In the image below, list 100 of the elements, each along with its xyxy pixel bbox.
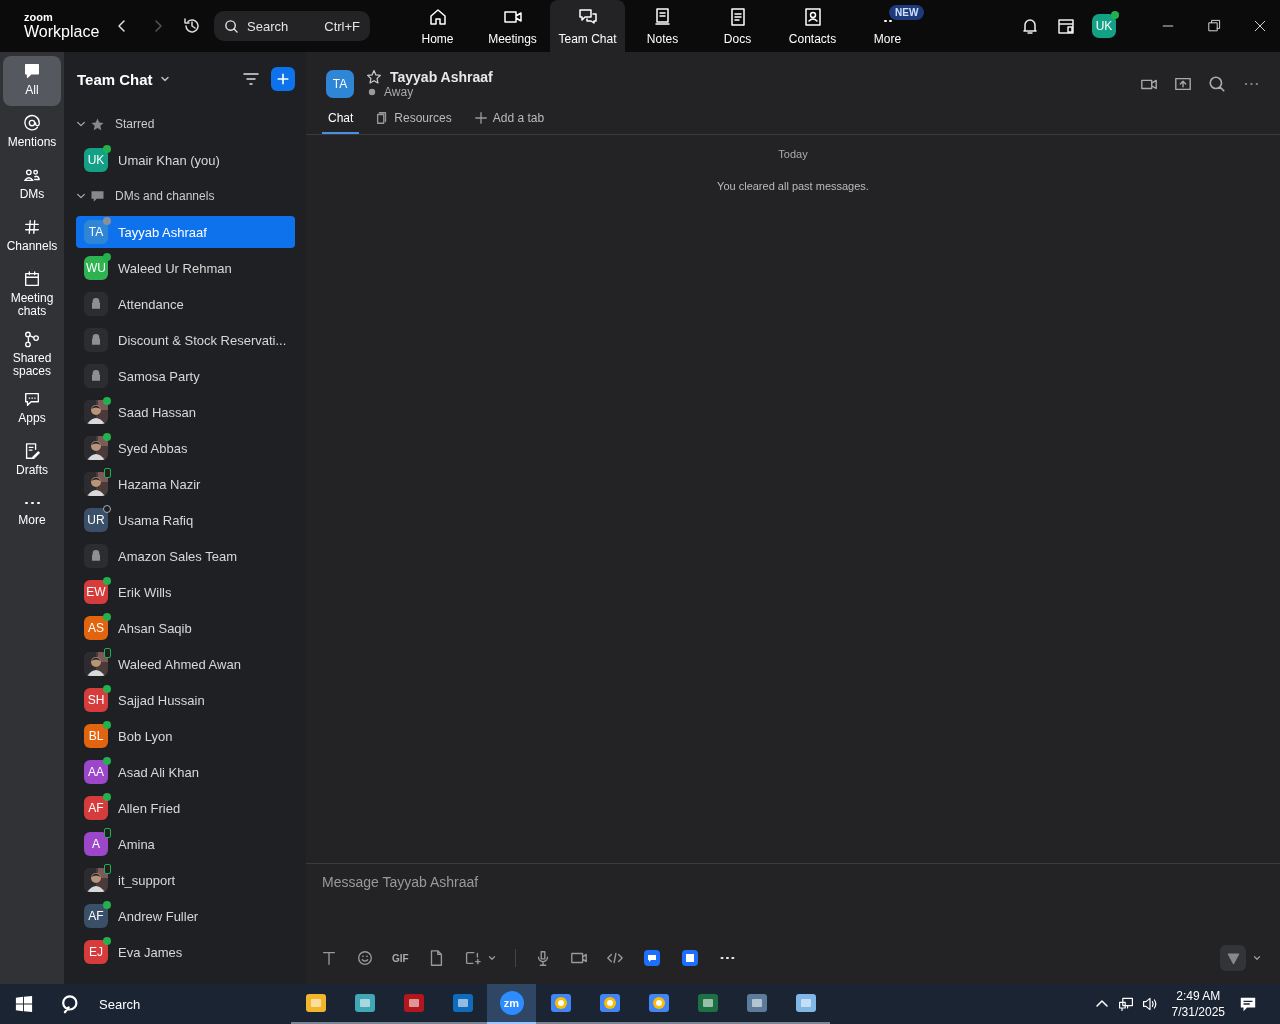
emoji-icon[interactable] — [356, 949, 374, 967]
nav-tab[interactable]: NEW More — [850, 0, 925, 52]
avatar: A — [84, 832, 108, 856]
chat-list-item[interactable]: SH Sajjad Hussain — [76, 682, 295, 718]
brand-logo: zoom — [24, 12, 54, 23]
chat-list-item[interactable]: Syed Abbas — [76, 430, 295, 466]
history-icon[interactable] — [182, 16, 202, 36]
hash-icon — [23, 218, 41, 236]
chat-list-item[interactable]: Saad Hassan — [76, 394, 295, 430]
section-header[interactable]: Starred — [76, 106, 295, 142]
chat-list-item[interactable]: BL Bob Lyon — [76, 718, 295, 754]
message-field[interactable]: Message Tayyab Ashraaf — [306, 864, 1280, 940]
new-chat-button[interactable] — [271, 67, 295, 91]
avatar: WU — [84, 256, 108, 280]
bell-icon[interactable] — [1020, 16, 1040, 36]
system-clock[interactable]: 2:49 AM 7/31/2025 — [1171, 988, 1225, 1020]
nav-tab[interactable]: Notes — [625, 0, 700, 52]
people-icon — [23, 166, 41, 184]
search-icon — [224, 18, 239, 34]
notes-icon — [652, 7, 673, 27]
taskbar-search[interactable]: Search — [61, 993, 181, 1015]
chat-list-item[interactable]: it_support — [76, 862, 295, 898]
nav-tab[interactable]: Team Chat — [550, 0, 625, 52]
volume-icon[interactable] — [1141, 996, 1158, 1012]
zoom-app-icon: zm — [499, 991, 524, 1015]
rail-item[interactable]: Mentions — [3, 108, 61, 158]
at-sign-icon — [23, 114, 41, 132]
notifications-icon[interactable] — [1239, 995, 1257, 1013]
star-icon[interactable] — [366, 69, 382, 85]
system-message: You cleared all past messages. — [717, 180, 869, 192]
chat-list-item[interactable]: EW Erik Wills — [76, 574, 295, 610]
forward-icon[interactable] — [152, 18, 164, 34]
lock-icon — [84, 328, 108, 352]
avatar: BL — [84, 724, 108, 748]
chat-list-item[interactable]: Attendance — [76, 286, 295, 322]
rail-item[interactable]: All — [3, 56, 61, 106]
contact-card-icon — [802, 7, 823, 27]
shortcut-hint: Ctrl+F — [324, 18, 360, 34]
back-icon[interactable] — [116, 18, 128, 34]
chat-list-item[interactable]: A Amina — [76, 826, 295, 862]
rail-item[interactable]: Apps — [3, 384, 61, 434]
chat-list-item[interactable]: Samosa Party — [76, 358, 295, 394]
chat-list-item[interactable]: UR Usama Rafiq — [76, 502, 295, 538]
chat-list-item[interactable]: AF Allen Fried — [76, 790, 295, 826]
section-header[interactable]: DMs and channels — [76, 178, 295, 214]
chat-bubbles-icon — [577, 7, 598, 27]
calendar-icon[interactable] — [1056, 16, 1076, 36]
caret-icon[interactable] — [486, 953, 497, 963]
nav-tab[interactable]: Docs — [700, 0, 775, 52]
plus-icon — [275, 71, 291, 87]
chat-list-item[interactable]: EJ Eva James — [76, 934, 295, 970]
rail-item[interactable]: Channels — [3, 212, 61, 262]
chat-list-item[interactable]: Waleed Ahmed Awan — [76, 646, 295, 682]
search-placeholder: Search — [247, 18, 290, 34]
dots-icon — [883, 18, 892, 24]
contact-name: Tayyab Ashraaf — [390, 69, 493, 85]
chat-list-item[interactable]: WU Waleed Ur Rehman — [76, 250, 295, 286]
chat-tab[interactable]: Add a tab — [467, 111, 551, 134]
windows-start-icon[interactable] — [15, 995, 33, 1013]
restore-icon[interactable] — [1206, 18, 1222, 34]
rail-item[interactable]: DMs — [3, 160, 61, 210]
avatar: UK — [84, 148, 108, 172]
search-icon[interactable] — [1208, 75, 1226, 93]
app-icon[interactable] — [679, 948, 700, 968]
send-button[interactable] — [1220, 945, 1246, 971]
chat-list-item[interactable]: TA Tayyab Ashraaf — [76, 216, 295, 248]
avatar: EJ — [84, 940, 108, 964]
chat-tab[interactable]: Resources — [369, 111, 458, 134]
rail-item[interactable]: Drafts — [3, 436, 61, 486]
chat-list-item[interactable]: UK Umair Khan (you) — [76, 142, 295, 178]
lock-icon — [84, 544, 108, 568]
nav-tab[interactable]: Meetings — [475, 0, 550, 52]
nav-tab[interactable]: Contacts — [775, 0, 850, 52]
chat-list-item[interactable]: AA Asad Ali Khan — [76, 754, 295, 790]
lock-icon — [84, 292, 108, 316]
panel-title[interactable]: Team Chat — [77, 70, 153, 88]
app-title: Workplace — [24, 24, 101, 40]
caret-icon[interactable] — [1252, 953, 1262, 963]
chat-list-item[interactable]: AS Ahsan Saqib — [76, 610, 295, 646]
rail-item[interactable]: Meeting chats — [3, 264, 61, 322]
share-screen-icon[interactable] — [1174, 75, 1192, 93]
chat-list-item[interactable]: AF Andrew Fuller — [76, 898, 295, 934]
nav-tab[interactable]: Home — [400, 0, 475, 52]
avatar: EW — [84, 580, 108, 604]
send-icon — [1225, 950, 1241, 966]
gif-button[interactable]: GIF — [392, 952, 409, 964]
avatar: AA — [84, 760, 108, 784]
search-field[interactable]: Search Ctrl+F — [214, 11, 370, 41]
rail-item[interactable]: Shared spaces — [3, 324, 61, 382]
network-icon[interactable] — [1117, 996, 1134, 1012]
close-icon[interactable] — [1252, 18, 1268, 34]
rail-item[interactable]: More — [3, 488, 61, 538]
chat-list-item[interactable]: Hazama Nazir — [76, 466, 295, 502]
calendar-icon — [23, 270, 41, 288]
chat-tab[interactable]: Chat — [322, 111, 360, 134]
app-icon[interactable] — [641, 948, 662, 968]
chat-list-item[interactable]: Amazon Sales Team — [76, 538, 295, 574]
chat-bubble-icon — [90, 188, 105, 204]
chat-list-item[interactable]: Discount & Stock Reservati... — [76, 322, 295, 358]
text-format-icon[interactable] — [320, 949, 338, 967]
